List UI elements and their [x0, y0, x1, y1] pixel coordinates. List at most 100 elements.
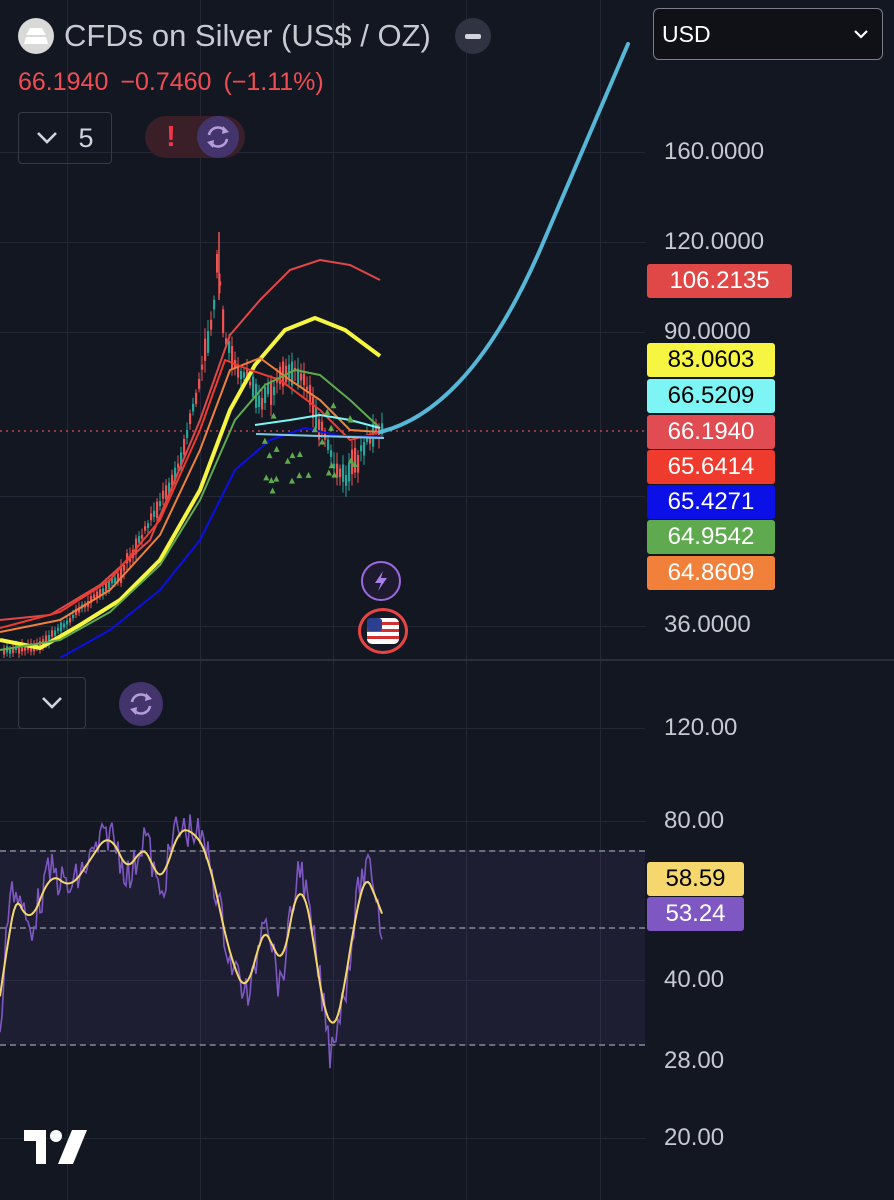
price-change: −0.7460: [120, 68, 212, 96]
price-axis-label: 36.0000: [664, 611, 751, 638]
chevron-down-icon: [854, 29, 868, 39]
price-summary: 66.1940 −0.7460 (−1.11%): [18, 68, 336, 97]
price-axis-label: 120.0000: [664, 228, 765, 255]
minus-icon: [464, 33, 481, 39]
candle-body: [138, 536, 141, 543]
rsi-toggle-button[interactable]: [18, 677, 86, 729]
refresh-icon[interactable]: [119, 682, 163, 726]
currency-select[interactable]: USD: [653, 8, 883, 60]
signal-marker: [289, 477, 296, 484]
candle-body: [186, 430, 189, 438]
candle-body: [54, 630, 57, 636]
price-tag-blue-ma: 65.4271: [647, 485, 775, 519]
candle-body: [252, 376, 255, 397]
candle-body: [270, 380, 273, 405]
collapse-button[interactable]: [454, 18, 491, 54]
rsi-axis-label: 20.00: [664, 1124, 725, 1151]
candle-body: [147, 523, 150, 528]
signal-marker: [268, 477, 275, 484]
candle-body: [345, 475, 348, 486]
candle-body: [69, 618, 72, 623]
signal-marker: [284, 457, 291, 464]
rsi-value-tag: 53.24: [647, 897, 744, 931]
candle-body: [273, 386, 276, 396]
signal-marker: [330, 402, 337, 409]
red-ema-line: [0, 359, 381, 629]
candle-body: [264, 386, 267, 403]
candle-body: [243, 372, 246, 378]
candle-body: [339, 468, 342, 478]
red-ma-line: [0, 259, 381, 621]
signal-marker: [261, 437, 268, 444]
candle-body: [249, 381, 252, 386]
candle-body: [51, 630, 54, 637]
indicators-toggle-button[interactable]: 5: [18, 112, 112, 164]
signal-marker: [273, 475, 280, 482]
signal-marker: [305, 471, 312, 478]
price-change-percent: (−1.11%): [223, 68, 324, 96]
yellow-ma-line: [0, 316, 382, 650]
symbol-title[interactable]: CFDs on Silver (US$ / OZ): [64, 18, 431, 54]
candle-body: [306, 386, 309, 390]
candle-body: [360, 445, 363, 452]
data-problem-alert[interactable]: !: [145, 116, 245, 158]
candle-body: [192, 403, 195, 412]
price-chart[interactable]: [0, 0, 645, 658]
event-marker[interactable]: [361, 561, 401, 601]
candle-body: [57, 627, 60, 631]
indicators-count: 5: [78, 122, 94, 153]
price-tag-red-ema: 65.6414: [647, 450, 775, 484]
candle-body: [153, 510, 156, 517]
candle-body: [9, 649, 12, 654]
price-tag-orange-ma: 64.8609: [647, 556, 775, 590]
candle-body: [261, 398, 264, 410]
candle-body: [150, 513, 153, 521]
candle-body: [204, 338, 207, 361]
signal-marker: [269, 487, 276, 494]
rsi-chart[interactable]: [0, 661, 645, 1200]
chevron-down-icon: [42, 697, 62, 709]
candle-body: [144, 526, 147, 531]
candle-body: [300, 373, 303, 381]
rsi-axis-label: 40.00: [664, 966, 725, 993]
price-tag-yellow-ma: 83.0603: [647, 343, 775, 377]
candle-body: [141, 534, 144, 539]
price-tag-cyan-ma: 66.5209: [647, 379, 775, 413]
candle-body: [183, 438, 186, 455]
candle-body: [159, 501, 162, 506]
candle-body: [336, 463, 339, 478]
price-tag-last-price: 66.1940: [647, 415, 775, 449]
symbol-header[interactable]: CFDs on Silver (US$ / OZ): [18, 14, 491, 58]
candle-body: [18, 647, 21, 654]
candle-body: [327, 439, 330, 451]
candle-body: [348, 462, 351, 482]
rsi-axis-label: 120.00: [664, 714, 738, 741]
candle-body: [123, 564, 126, 571]
candle-body: [201, 364, 204, 370]
refresh-icon[interactable]: [197, 116, 239, 158]
tradingview-logo[interactable]: [24, 1130, 88, 1169]
candle-body: [240, 371, 243, 380]
candle-body: [357, 455, 360, 473]
candle-body: [156, 501, 159, 518]
candle-body: [303, 373, 306, 386]
silver-bars-icon: [18, 18, 54, 54]
candle-body: [207, 331, 210, 353]
signal-marker: [325, 469, 332, 476]
orange-ma-line: [0, 357, 381, 633]
blue-ma-line: [59, 427, 380, 658]
last-price: 66.1940: [18, 68, 109, 96]
chevron-down-icon: [37, 132, 58, 144]
candle-body: [12, 648, 15, 653]
candle-body: [63, 623, 66, 628]
us-flag-icon: [367, 618, 399, 644]
candle-body: [330, 450, 333, 457]
economic-event-marker[interactable]: [358, 608, 408, 654]
candle-body: [93, 594, 96, 598]
rsi-axis-label: 28.00: [664, 1047, 725, 1074]
candle-body: [342, 464, 345, 482]
rsi-ma-tag: 58.59: [647, 862, 744, 896]
price-axis-label: 160.0000: [664, 138, 765, 165]
candle-body: [354, 447, 357, 473]
candle-body: [363, 442, 366, 456]
